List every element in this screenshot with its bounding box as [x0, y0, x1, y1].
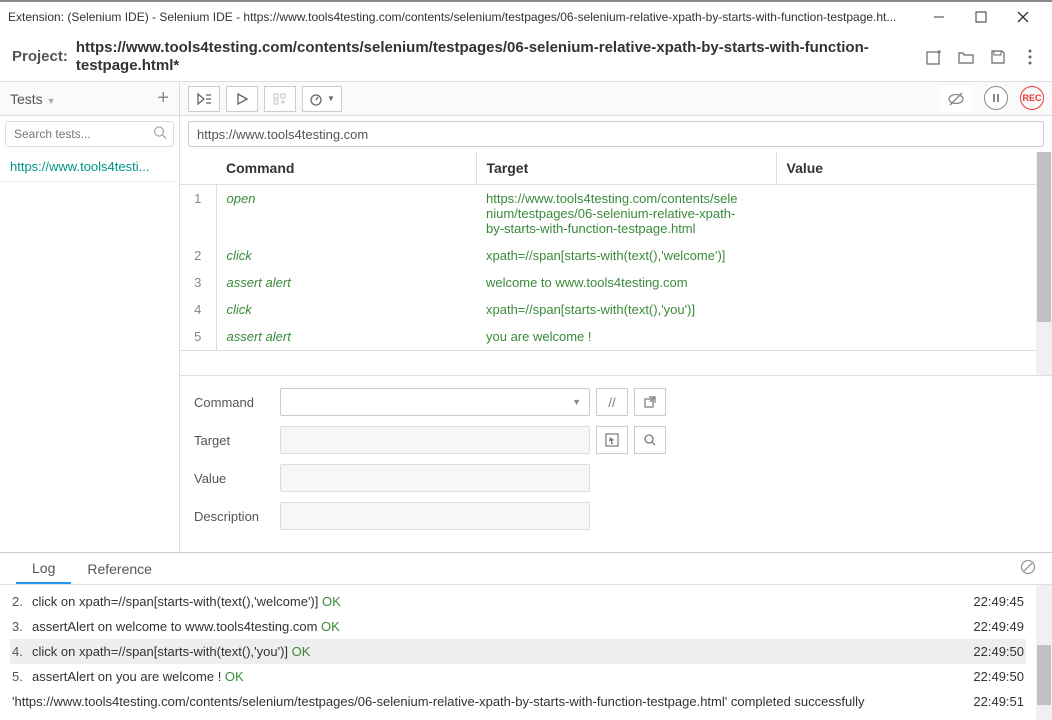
target-input[interactable]	[280, 426, 590, 454]
project-title: https://www.tools4testing.com/contents/s…	[76, 39, 924, 75]
command-row[interactable]: 2clickxpath=//span[starts-with(text(),'w…	[180, 242, 1036, 269]
log-entry[interactable]: 3.assertAlert on welcome to www.tools4te…	[10, 614, 1026, 639]
search-icon	[153, 126, 167, 143]
run-button[interactable]	[226, 86, 258, 112]
select-target-button[interactable]	[596, 426, 628, 454]
value-label: Value	[194, 471, 280, 486]
toggle-comment-button[interactable]: //	[596, 388, 628, 416]
new-project-icon[interactable]	[924, 47, 944, 67]
target-label: Target	[194, 433, 280, 448]
log-summary: 'https://www.tools4testing.com/contents/…	[10, 689, 1026, 714]
window-titlebar: Extension: (Selenium IDE) - Selenium IDE…	[0, 0, 1052, 32]
menu-icon[interactable]	[1020, 47, 1040, 67]
add-test-button[interactable]: +	[157, 87, 169, 110]
description-label: Description	[194, 509, 280, 524]
command-label: Command	[194, 395, 280, 410]
scrollbar[interactable]	[1036, 152, 1052, 375]
test-item[interactable]: https://www.tools4testi...	[0, 152, 179, 182]
step-button[interactable]	[264, 86, 296, 112]
search-tests-input[interactable]	[5, 121, 174, 147]
window-title: Extension: (Selenium IDE) - Selenium IDE…	[8, 10, 918, 24]
maximize-button[interactable]	[960, 3, 1002, 31]
minimize-button[interactable]	[918, 3, 960, 31]
clear-log-button[interactable]	[1020, 559, 1036, 578]
toolbar: ▼ REC	[180, 82, 1052, 116]
command-row[interactable]: 1openhttps://www.tools4testing.com/conte…	[180, 185, 1036, 243]
log-scrollbar[interactable]	[1036, 585, 1052, 720]
target-header: Target	[476, 152, 776, 185]
log-entry[interactable]: 2.click on xpath=//span[starts-with(text…	[10, 589, 1026, 614]
command-header: Command	[216, 152, 476, 185]
find-target-button[interactable]	[634, 426, 666, 454]
disable-breakpoints-button[interactable]	[940, 86, 972, 112]
command-row[interactable]: 3assert alertwelcome to www.tools4testin…	[180, 269, 1036, 296]
speed-button[interactable]: ▼	[302, 86, 342, 112]
project-label: Project:	[12, 48, 68, 65]
base-url-input[interactable]	[188, 121, 1044, 147]
sidebar: Tests ▼ + https://www.tools4testi...	[0, 82, 180, 552]
save-project-icon[interactable]	[988, 47, 1008, 67]
project-bar: Project: https://www.tools4testing.com/c…	[0, 32, 1052, 82]
command-row[interactable]: 4clickxpath=//span[starts-with(text(),'y…	[180, 296, 1036, 323]
reference-tab[interactable]: Reference	[71, 555, 168, 583]
run-all-button[interactable]	[188, 86, 220, 112]
tests-dropdown[interactable]: Tests ▼	[10, 91, 56, 107]
pause-button[interactable]	[984, 86, 1008, 110]
record-button[interactable]: REC	[1020, 86, 1044, 110]
log-section: Log Reference 2.click on xpath=//span[st…	[0, 552, 1052, 720]
value-input[interactable]	[280, 464, 590, 492]
log-entry[interactable]: 5.assertAlert on you are welcome ! OK22:…	[10, 664, 1026, 689]
value-header: Value	[776, 152, 1036, 185]
command-editor: Command // Target Value Description	[180, 375, 1052, 552]
open-project-icon[interactable]	[956, 47, 976, 67]
close-button[interactable]	[1002, 3, 1044, 31]
log-entry[interactable]: 4.click on xpath=//span[starts-with(text…	[10, 639, 1026, 664]
command-select[interactable]	[280, 388, 590, 416]
commands-table: Command Target Value 1openhttps://www.to…	[180, 152, 1036, 351]
open-new-window-button[interactable]	[634, 388, 666, 416]
command-row[interactable]: 5assert alertyou are welcome !	[180, 323, 1036, 351]
log-tab[interactable]: Log	[16, 554, 71, 584]
description-input[interactable]	[280, 502, 590, 530]
